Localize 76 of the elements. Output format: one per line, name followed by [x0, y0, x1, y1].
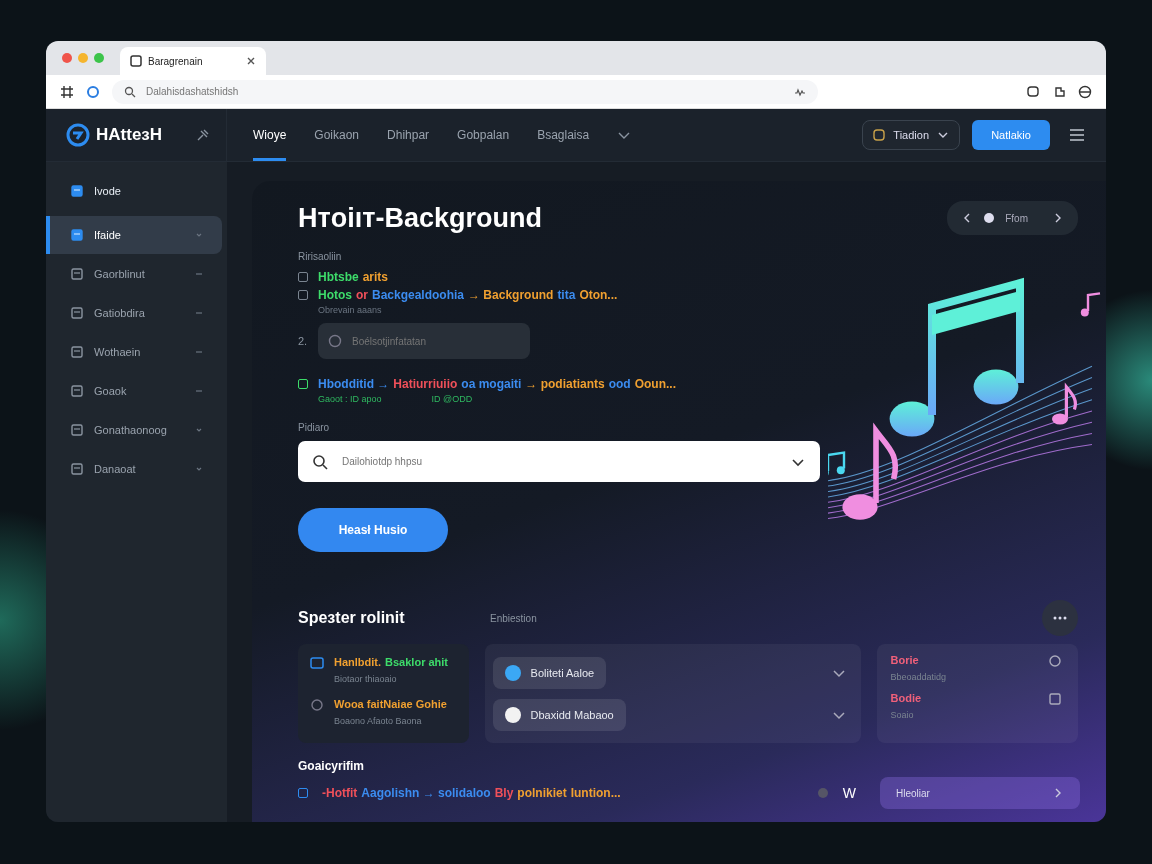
- action-button[interactable]: Heasł Husio: [298, 508, 448, 552]
- text-input[interactable]: Boélsotjinfatatan: [350, 334, 520, 348]
- nav-tab[interactable]: Gobpalan: [457, 109, 510, 161]
- sidebar-item[interactable]: Goaok: [46, 372, 222, 410]
- square-icon: [873, 129, 886, 141]
- nav-tab[interactable]: Bsaglaisa: [537, 109, 590, 161]
- card-item-title: Wooa faitNaiae Gohie: [334, 698, 447, 710]
- page-icon: [130, 55, 142, 67]
- grid-icon[interactable]: [60, 84, 74, 99]
- more-button[interactable]: [1042, 600, 1078, 636]
- task-meta: Gaoot : ID apoo: [318, 394, 382, 404]
- primary-button[interactable]: Natlakio: [972, 120, 1050, 150]
- card-item-title: Borie: [890, 654, 920, 666]
- folder-icon: [70, 423, 84, 437]
- sidebar-item[interactable]: Gatiobdira: [46, 294, 222, 332]
- task-note: Obrevain aaans: [318, 305, 383, 315]
- close-icon[interactable]: [246, 56, 256, 66]
- circle-icon: [310, 698, 324, 712]
- task-meta: ID @ODD: [431, 394, 473, 404]
- sidebar-item[interactable]: Danaoat: [46, 450, 222, 488]
- card-item-subtitle: Bbeoaddatidg: [890, 672, 947, 682]
- folder-icon: [70, 462, 84, 476]
- search-icon: [124, 85, 136, 98]
- option-pill[interactable]: Dbaxidd Mabaoo: [492, 698, 626, 731]
- browser-tab[interactable]: Baragrenain: [120, 47, 266, 75]
- app-logo-text: HAtteзH: [96, 125, 164, 145]
- pager: Ffom: [947, 201, 1078, 235]
- card-icon: [310, 656, 324, 670]
- logo-icon: [66, 123, 90, 147]
- nav-tab[interactable]: Wioye: [253, 109, 287, 161]
- checkbox[interactable]: [298, 788, 308, 798]
- folder-icon: [70, 345, 84, 359]
- card-item-subtitle: Soaio: [890, 710, 915, 720]
- section-title: Goaicyrifim: [298, 759, 366, 773]
- section-title: Speзter rolinit: [298, 609, 406, 627]
- checkbox[interactable]: [298, 379, 308, 389]
- item-number: 2.: [298, 335, 306, 347]
- checkbox-icon[interactable]: [1048, 692, 1062, 706]
- nav-tab[interactable]: Dhihpar: [387, 109, 430, 161]
- radio-field[interactable]: Boélsotjinfatatan: [318, 323, 530, 359]
- radio-icon: [328, 334, 342, 348]
- task-title: Hbtsbe arits: [318, 270, 389, 284]
- section-subtitle: Enbiestion: [490, 612, 537, 624]
- folder-icon: [70, 267, 84, 281]
- card-item-title: Hanlbdit. Bsaklor аhit: [334, 656, 449, 668]
- nav-tab[interactable]: Goikaon: [314, 109, 360, 161]
- option-pill[interactable]: Boliteti Aaloe: [492, 656, 607, 689]
- card-item-subtitle: Boaono Afaoto Baona: [334, 716, 423, 726]
- task-title: Hotos or Backgealdoohia → Background tita Oton...: [318, 288, 618, 302]
- task-title: -Hotfit Aagolishn → solidaloo Bly polnikiet Iuntion...: [322, 786, 621, 800]
- checkbox[interactable]: [298, 290, 308, 300]
- menu-icon[interactable]: [1068, 126, 1086, 144]
- card-item-subtitle: Biotaor thiaoaio: [334, 674, 398, 684]
- sidebar-item[interactable]: Gonathaonoog: [46, 411, 222, 449]
- page-title: Hтoiıт-Background: [298, 202, 542, 234]
- next-button[interactable]: Hleoliar: [880, 777, 1080, 809]
- card-item-title: Bodie: [890, 692, 922, 704]
- task-title: Hbodditid → Hatiurriuiio oa mogaiti → podiatiants ood Ooun...: [318, 377, 677, 391]
- pin-icon[interactable]: [196, 128, 210, 142]
- dropdown-button[interactable]: Tiadion: [862, 120, 960, 150]
- search-icon: [312, 453, 328, 470]
- sidebar-item[interactable]: Ifaide: [46, 216, 222, 254]
- sidebar-item[interactable]: Gaorblinut: [46, 255, 222, 293]
- folder-icon: [70, 184, 84, 198]
- section-label: Ririsaoliin: [298, 251, 343, 262]
- address-field[interactable]: Dalahisdashatshidsh: [112, 79, 818, 104]
- sidebar-item[interactable]: Wothaein: [46, 333, 222, 371]
- search-select[interactable]: Dailohiotdp hhpsu: [298, 441, 820, 482]
- sidebar-item[interactable]: Ivode: [46, 176, 222, 206]
- close-window-icon[interactable]: [62, 53, 72, 63]
- folder-icon: [70, 306, 84, 320]
- letter-label: W: [842, 785, 856, 801]
- checkbox[interactable]: [298, 272, 308, 282]
- folder-icon: [70, 384, 84, 398]
- folder-icon: [70, 228, 84, 242]
- field-label: Pidiaro: [298, 422, 331, 433]
